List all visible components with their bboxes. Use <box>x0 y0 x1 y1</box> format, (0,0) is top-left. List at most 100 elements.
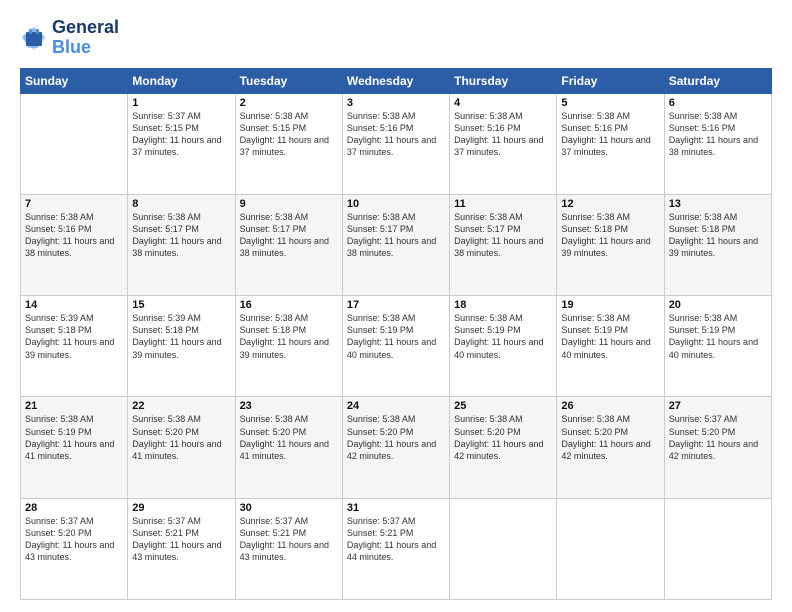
cell-info: Sunrise: 5:38 AMSunset: 5:16 PMDaylight:… <box>347 110 445 159</box>
day-number: 8 <box>132 198 230 210</box>
cell-info: Sunrise: 5:38 AMSunset: 5:20 PMDaylight:… <box>240 413 338 462</box>
cell-info: Sunrise: 5:37 AMSunset: 5:21 PMDaylight:… <box>347 515 445 564</box>
day-number: 3 <box>347 97 445 109</box>
day-number: 20 <box>669 299 767 311</box>
calendar-cell: 8Sunrise: 5:38 AMSunset: 5:17 PMDaylight… <box>128 194 235 295</box>
calendar-cell <box>664 498 771 599</box>
calendar-table: SundayMondayTuesdayWednesdayThursdayFrid… <box>20 68 772 600</box>
calendar-cell: 11Sunrise: 5:38 AMSunset: 5:17 PMDayligh… <box>450 194 557 295</box>
calendar-week-row: 14Sunrise: 5:39 AMSunset: 5:18 PMDayligh… <box>21 296 772 397</box>
day-number: 18 <box>454 299 552 311</box>
cell-info: Sunrise: 5:38 AMSunset: 5:19 PMDaylight:… <box>561 312 659 361</box>
day-number: 6 <box>669 97 767 109</box>
calendar-cell: 30Sunrise: 5:37 AMSunset: 5:21 PMDayligh… <box>235 498 342 599</box>
calendar-cell: 7Sunrise: 5:38 AMSunset: 5:16 PMDaylight… <box>21 194 128 295</box>
day-number: 4 <box>454 97 552 109</box>
day-number: 19 <box>561 299 659 311</box>
calendar-cell: 13Sunrise: 5:38 AMSunset: 5:18 PMDayligh… <box>664 194 771 295</box>
cell-info: Sunrise: 5:38 AMSunset: 5:16 PMDaylight:… <box>669 110 767 159</box>
logo-text: General Blue <box>52 18 119 58</box>
calendar-cell: 4Sunrise: 5:38 AMSunset: 5:16 PMDaylight… <box>450 93 557 194</box>
cell-info: Sunrise: 5:38 AMSunset: 5:20 PMDaylight:… <box>347 413 445 462</box>
calendar-cell: 20Sunrise: 5:38 AMSunset: 5:19 PMDayligh… <box>664 296 771 397</box>
cell-info: Sunrise: 5:38 AMSunset: 5:19 PMDaylight:… <box>347 312 445 361</box>
calendar-day-header: Tuesday <box>235 68 342 93</box>
calendar-cell: 21Sunrise: 5:38 AMSunset: 5:19 PMDayligh… <box>21 397 128 498</box>
day-number: 21 <box>25 400 123 412</box>
calendar-header-row: SundayMondayTuesdayWednesdayThursdayFrid… <box>21 68 772 93</box>
calendar-week-row: 1Sunrise: 5:37 AMSunset: 5:15 PMDaylight… <box>21 93 772 194</box>
calendar-cell: 6Sunrise: 5:38 AMSunset: 5:16 PMDaylight… <box>664 93 771 194</box>
calendar-cell: 10Sunrise: 5:38 AMSunset: 5:17 PMDayligh… <box>342 194 449 295</box>
calendar-day-header: Saturday <box>664 68 771 93</box>
calendar-day-header: Monday <box>128 68 235 93</box>
logo-icon <box>20 24 48 52</box>
day-number: 30 <box>240 502 338 514</box>
cell-info: Sunrise: 5:39 AMSunset: 5:18 PMDaylight:… <box>25 312 123 361</box>
cell-info: Sunrise: 5:37 AMSunset: 5:21 PMDaylight:… <box>240 515 338 564</box>
logo: General Blue <box>20 18 119 58</box>
header: General Blue <box>20 18 772 58</box>
day-number: 11 <box>454 198 552 210</box>
calendar-day-header: Friday <box>557 68 664 93</box>
cell-info: Sunrise: 5:38 AMSunset: 5:17 PMDaylight:… <box>240 211 338 260</box>
calendar-cell: 29Sunrise: 5:37 AMSunset: 5:21 PMDayligh… <box>128 498 235 599</box>
day-number: 16 <box>240 299 338 311</box>
calendar-cell: 12Sunrise: 5:38 AMSunset: 5:18 PMDayligh… <box>557 194 664 295</box>
day-number: 9 <box>240 198 338 210</box>
day-number: 22 <box>132 400 230 412</box>
calendar-day-header: Wednesday <box>342 68 449 93</box>
day-number: 7 <box>25 198 123 210</box>
calendar-day-header: Thursday <box>450 68 557 93</box>
day-number: 17 <box>347 299 445 311</box>
calendar-week-row: 28Sunrise: 5:37 AMSunset: 5:20 PMDayligh… <box>21 498 772 599</box>
cell-info: Sunrise: 5:38 AMSunset: 5:17 PMDaylight:… <box>454 211 552 260</box>
calendar-cell: 25Sunrise: 5:38 AMSunset: 5:20 PMDayligh… <box>450 397 557 498</box>
day-number: 31 <box>347 502 445 514</box>
calendar-cell: 27Sunrise: 5:37 AMSunset: 5:20 PMDayligh… <box>664 397 771 498</box>
day-number: 23 <box>240 400 338 412</box>
day-number: 12 <box>561 198 659 210</box>
calendar-cell: 26Sunrise: 5:38 AMSunset: 5:20 PMDayligh… <box>557 397 664 498</box>
cell-info: Sunrise: 5:37 AMSunset: 5:15 PMDaylight:… <box>132 110 230 159</box>
day-number: 1 <box>132 97 230 109</box>
cell-info: Sunrise: 5:37 AMSunset: 5:20 PMDaylight:… <box>25 515 123 564</box>
calendar-cell: 1Sunrise: 5:37 AMSunset: 5:15 PMDaylight… <box>128 93 235 194</box>
day-number: 14 <box>25 299 123 311</box>
calendar-day-header: Sunday <box>21 68 128 93</box>
cell-info: Sunrise: 5:37 AMSunset: 5:20 PMDaylight:… <box>669 413 767 462</box>
day-number: 29 <box>132 502 230 514</box>
day-number: 25 <box>454 400 552 412</box>
calendar-cell: 17Sunrise: 5:38 AMSunset: 5:19 PMDayligh… <box>342 296 449 397</box>
day-number: 27 <box>669 400 767 412</box>
calendar-cell: 14Sunrise: 5:39 AMSunset: 5:18 PMDayligh… <box>21 296 128 397</box>
calendar-cell: 5Sunrise: 5:38 AMSunset: 5:16 PMDaylight… <box>557 93 664 194</box>
cell-info: Sunrise: 5:38 AMSunset: 5:18 PMDaylight:… <box>561 211 659 260</box>
cell-info: Sunrise: 5:38 AMSunset: 5:20 PMDaylight:… <box>454 413 552 462</box>
cell-info: Sunrise: 5:38 AMSunset: 5:15 PMDaylight:… <box>240 110 338 159</box>
calendar-cell: 3Sunrise: 5:38 AMSunset: 5:16 PMDaylight… <box>342 93 449 194</box>
calendar-cell: 24Sunrise: 5:38 AMSunset: 5:20 PMDayligh… <box>342 397 449 498</box>
cell-info: Sunrise: 5:37 AMSunset: 5:21 PMDaylight:… <box>132 515 230 564</box>
calendar-cell: 23Sunrise: 5:38 AMSunset: 5:20 PMDayligh… <box>235 397 342 498</box>
cell-info: Sunrise: 5:38 AMSunset: 5:16 PMDaylight:… <box>561 110 659 159</box>
calendar-cell: 18Sunrise: 5:38 AMSunset: 5:19 PMDayligh… <box>450 296 557 397</box>
calendar-cell <box>21 93 128 194</box>
calendar-cell: 15Sunrise: 5:39 AMSunset: 5:18 PMDayligh… <box>128 296 235 397</box>
day-number: 26 <box>561 400 659 412</box>
calendar-cell: 9Sunrise: 5:38 AMSunset: 5:17 PMDaylight… <box>235 194 342 295</box>
cell-info: Sunrise: 5:38 AMSunset: 5:19 PMDaylight:… <box>454 312 552 361</box>
cell-info: Sunrise: 5:38 AMSunset: 5:17 PMDaylight:… <box>347 211 445 260</box>
calendar-week-row: 7Sunrise: 5:38 AMSunset: 5:16 PMDaylight… <box>21 194 772 295</box>
calendar-cell <box>450 498 557 599</box>
day-number: 10 <box>347 198 445 210</box>
cell-info: Sunrise: 5:39 AMSunset: 5:18 PMDaylight:… <box>132 312 230 361</box>
day-number: 15 <box>132 299 230 311</box>
calendar-cell: 16Sunrise: 5:38 AMSunset: 5:18 PMDayligh… <box>235 296 342 397</box>
calendar-cell: 22Sunrise: 5:38 AMSunset: 5:20 PMDayligh… <box>128 397 235 498</box>
cell-info: Sunrise: 5:38 AMSunset: 5:17 PMDaylight:… <box>132 211 230 260</box>
calendar-week-row: 21Sunrise: 5:38 AMSunset: 5:19 PMDayligh… <box>21 397 772 498</box>
cell-info: Sunrise: 5:38 AMSunset: 5:20 PMDaylight:… <box>132 413 230 462</box>
calendar-cell: 31Sunrise: 5:37 AMSunset: 5:21 PMDayligh… <box>342 498 449 599</box>
cell-info: Sunrise: 5:38 AMSunset: 5:19 PMDaylight:… <box>25 413 123 462</box>
